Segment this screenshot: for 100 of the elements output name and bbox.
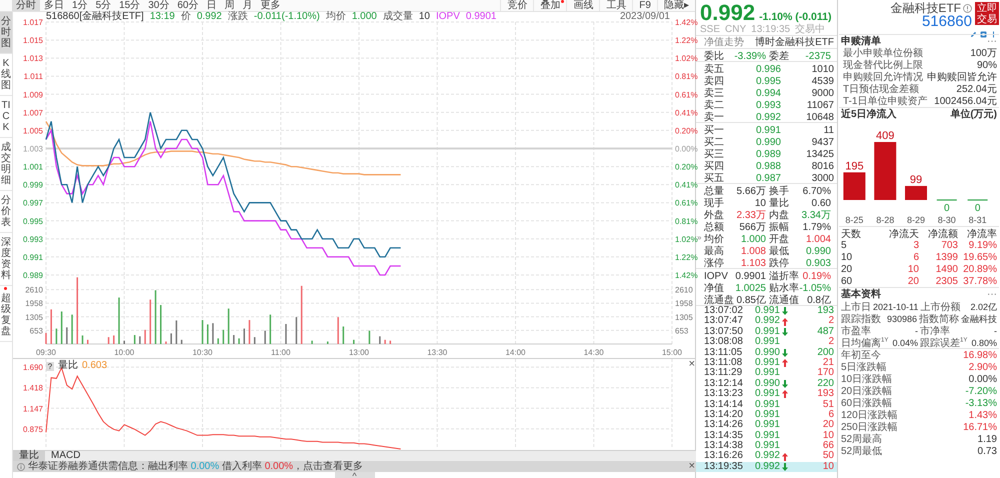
axis-label: 653 bbox=[30, 326, 43, 336]
field-value: 16.98% bbox=[963, 350, 997, 360]
trade-row[interactable]: 13:11:08 0.991 21 bbox=[696, 358, 837, 368]
view-tab[interactable]: 深度资料 bbox=[0, 233, 12, 286]
help-button[interactable]: ? bbox=[46, 362, 54, 370]
trade-row[interactable]: 13:07:47 0.992 2 bbox=[696, 316, 837, 327]
view-tab[interactable]: 分时图 bbox=[0, 12, 12, 54]
more-button[interactable]: ··· bbox=[987, 288, 997, 300]
axis-label: 1.005 bbox=[22, 126, 43, 136]
period-tab[interactable]: 更多 bbox=[256, 0, 284, 11]
view-tab[interactable]: 成交明细 bbox=[0, 138, 12, 191]
table-cell-text: 10 bbox=[841, 252, 854, 262]
axis-label: 1958 bbox=[675, 299, 693, 308]
table-cell-text: 6 bbox=[912, 252, 919, 262]
trade-row[interactable]: 13:16:26 0.992 50 bbox=[696, 451, 837, 462]
trade-row[interactable]: 13:07:50 0.991 487 bbox=[696, 326, 837, 338]
more-button[interactable]: ··· bbox=[987, 36, 997, 46]
period-tab[interactable]: 日 bbox=[202, 0, 220, 11]
view-tab[interactable]: TICK bbox=[0, 96, 12, 138]
price-change: -1.10% (-0.011) bbox=[759, 11, 832, 23]
collapse-handle[interactable]: ^ bbox=[334, 472, 374, 478]
trade-row[interactable]: 13:11:05 0.990 200 bbox=[696, 348, 837, 358]
field-value: 16.71% bbox=[963, 422, 997, 432]
period-tab[interactable]: 60分 bbox=[173, 0, 202, 11]
indicator-tab[interactable]: MACD bbox=[45, 451, 86, 461]
period-tab[interactable]: 周 bbox=[220, 0, 238, 11]
tool-button[interactable]: 工具 bbox=[599, 0, 632, 11]
trade-row[interactable]: 13:11:29 0.991 170 bbox=[696, 368, 837, 379]
last-price: 0.992 bbox=[700, 1, 756, 25]
expand-handle[interactable]: » bbox=[697, 234, 702, 242]
field-value: 930986 bbox=[886, 314, 917, 324]
period-tab[interactable]: 1分 bbox=[68, 0, 92, 11]
period-tab[interactable]: 月 bbox=[238, 0, 256, 11]
field-label: T-1日单位申赎资产 bbox=[842, 94, 928, 108]
trade-row[interactable]: 13:13:23 0.991 193 bbox=[696, 389, 837, 400]
stat-label: IOPV bbox=[704, 270, 729, 282]
data-label: 409 bbox=[876, 130, 894, 142]
plus-icon[interactable] bbox=[990, 31, 997, 38]
axis-label: 0.20% bbox=[675, 126, 698, 136]
trade-row[interactable]: 13:19:35 0.992 10 bbox=[696, 462, 837, 472]
table-cell-text: 19.65% bbox=[962, 252, 997, 262]
trade-row[interactable]: 13:14:26 0.991 20 bbox=[696, 420, 837, 431]
order-volume: 10648 bbox=[805, 112, 834, 122]
stat-value: 1.103 bbox=[740, 258, 767, 268]
tool-button[interactable]: 叠加 bbox=[533, 0, 566, 11]
field-value: 0.00% bbox=[968, 374, 997, 384]
info-icon[interactable] bbox=[963, 4, 972, 12]
tool-button[interactable]: 隐藏▸ bbox=[656, 0, 695, 11]
close-button[interactable]: × bbox=[688, 359, 695, 369]
table-cell-text: 5 bbox=[841, 240, 848, 250]
pencil-icon[interactable] bbox=[970, 31, 977, 38]
section-title: 近5日净流入 bbox=[841, 107, 897, 121]
field-label: 年初至今 bbox=[841, 348, 881, 362]
axis-label: 0.61% bbox=[675, 90, 698, 100]
order-price: 0.996 bbox=[754, 64, 781, 74]
order-level-label: 买一 bbox=[704, 124, 725, 137]
view-tab[interactable]: 超级复盘 bbox=[0, 286, 12, 342]
field-value: 1.000 bbox=[352, 12, 377, 22]
field-value: 金融科技 bbox=[961, 312, 997, 326]
axis-label: 0.875 bbox=[22, 424, 43, 434]
period-tab[interactable]: 30分 bbox=[144, 0, 174, 11]
column-header: 净流率 bbox=[966, 228, 997, 241]
trade-row[interactable]: 13:07:02 0.991 193 bbox=[696, 306, 837, 316]
trade-button[interactable]: 立即交易 bbox=[975, 2, 999, 25]
trade-row[interactable]: 13:14:38 0.991 66 bbox=[696, 441, 837, 452]
view-tab[interactable]: K线图 bbox=[0, 54, 12, 96]
stat-value: 0.85亿 bbox=[736, 294, 767, 306]
indicator-tab[interactable]: 量比 bbox=[13, 451, 45, 461]
field-label: 市盈率 bbox=[841, 324, 871, 338]
axis-label: 1.22% bbox=[675, 36, 698, 46]
field-value: 1.19 bbox=[978, 434, 997, 444]
period-tab[interactable]: 多日 bbox=[40, 0, 68, 11]
period-tab[interactable]: 分时 bbox=[12, 0, 40, 11]
trade-price: 0.992 bbox=[754, 316, 780, 327]
market-info: CNY bbox=[725, 25, 746, 35]
trade-row[interactable]: 13:14:35 0.991 10 bbox=[696, 430, 837, 442]
period-tab[interactable]: 15分 bbox=[115, 0, 144, 11]
trade-row[interactable]: 13:14:14 0.991 51 bbox=[696, 400, 837, 410]
stat-label: 净值 bbox=[704, 282, 725, 294]
period-tab[interactable]: 5分 bbox=[92, 0, 116, 11]
trade-volume: 6 bbox=[827, 410, 834, 420]
close-button[interactable]: × bbox=[688, 461, 695, 471]
field-label: 52周最低 bbox=[841, 445, 882, 458]
axis-label: 0.20% bbox=[675, 162, 698, 172]
order-volume: 4539 bbox=[810, 76, 834, 86]
nav-trend-link[interactable]: 净值走势 bbox=[704, 35, 744, 49]
view-tab[interactable]: 分价表 bbox=[0, 191, 12, 233]
trade-time: 13:07:47 bbox=[704, 316, 744, 327]
flow-bar bbox=[843, 172, 866, 200]
field-label: 现金替代比例上限 bbox=[842, 58, 923, 72]
trade-row[interactable]: 13:12:14 0.990 220 bbox=[696, 378, 837, 390]
trade-row[interactable]: 13:08:08 0.991 2 bbox=[696, 337, 837, 348]
tool-button[interactable]: F9 bbox=[632, 0, 657, 11]
field-label: 涨跌 bbox=[228, 12, 248, 22]
indicator-title: 量比 bbox=[58, 361, 78, 371]
trade-row[interactable]: 13:14:20 0.991 6 bbox=[696, 410, 837, 420]
trade-price: 0.991 bbox=[754, 306, 780, 316]
tool-button[interactable]: 画线 bbox=[566, 0, 600, 11]
stat-value: 566万 bbox=[738, 221, 767, 234]
table-cell-text: 60 bbox=[841, 276, 854, 286]
